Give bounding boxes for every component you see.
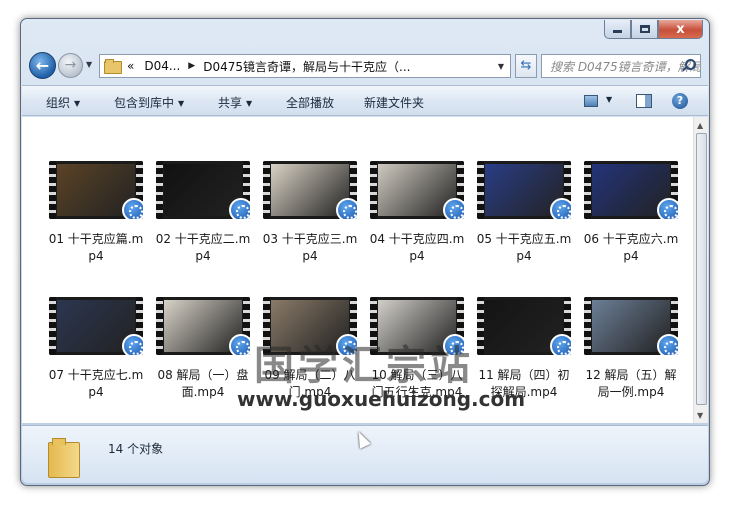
scrollbar-thumb[interactable]	[696, 133, 707, 405]
organize-menu[interactable]: 组织 ▼	[46, 94, 80, 111]
include-in-library-label: 包含到库中	[114, 96, 175, 110]
forward-arrow-icon: →	[64, 57, 77, 73]
share-menu[interactable]: 共享 ▼	[218, 94, 252, 111]
video-file-item[interactable]: 02 十干克应二.mp4	[155, 161, 251, 265]
minimize-icon	[613, 30, 622, 33]
play-all-button[interactable]: 全部播放	[286, 94, 334, 111]
file-name: 06 十干克应六.mp4	[583, 232, 679, 263]
share-label: 共享	[218, 96, 243, 110]
video-file-item[interactable]: 06 十干克应六.mp4	[583, 161, 679, 265]
help-icon[interactable]: ?	[672, 93, 688, 109]
film-strip	[477, 161, 484, 219]
navigation-bar: ← → ▼ « D04... ▶ D0475镜言奇谭，解局与十干克应（... ▼…	[29, 51, 701, 81]
new-folder-button[interactable]: 新建文件夹	[364, 94, 424, 111]
scroll-down-icon[interactable]: ▼	[697, 411, 703, 420]
media-player-icon	[657, 334, 678, 355]
video-thumbnail	[49, 297, 143, 355]
folder-icon	[48, 438, 80, 478]
search-input[interactable]: 搜索 D0475镜言奇谭，解局与十...	[541, 54, 701, 78]
recent-pages-dropdown-icon[interactable]: ▼	[86, 60, 92, 69]
file-name: 04 十干克应四.mp4	[369, 232, 465, 263]
command-bar: 组织 ▼ 包含到库中 ▼ 共享 ▼ 全部播放 新建文件夹 ▼ ?	[22, 85, 708, 116]
media-player-icon	[122, 334, 143, 355]
caption-buttons: x	[604, 20, 703, 39]
file-name: 05 十干克应五.mp4	[476, 232, 572, 263]
chevron-down-icon: ▼	[74, 99, 81, 108]
file-name: 02 十干克应二.mp4	[155, 232, 251, 263]
search-icon[interactable]	[682, 59, 696, 71]
address-bar[interactable]: « D04... ▶ D0475镜言奇谭，解局与十干克应（... ▼	[99, 54, 511, 78]
video-thumbnail	[584, 297, 678, 355]
watermark-url: www.guoxuehuizong.com	[237, 387, 526, 411]
explorer-window: x ← → ▼ « D04... ▶ D0475镜言奇谭，解局与十干克应（...…	[20, 18, 710, 486]
file-list: 12 解局（五）解局一例.mp4 11 解局（四）初探解局.mp4 10 解局（三）…	[22, 117, 693, 423]
maximize-icon	[639, 25, 650, 33]
media-player-icon	[122, 198, 143, 219]
refresh-icon: ⇆	[520, 58, 532, 73]
chevron-down-icon[interactable]: ▼	[606, 95, 612, 104]
media-player-icon	[657, 198, 678, 219]
video-file-item[interactable]: 08 解局（一）盘面.mp4	[155, 297, 251, 401]
minimize-button[interactable]	[604, 20, 631, 39]
video-thumbnail	[370, 161, 464, 219]
chevron-down-icon: ▼	[246, 99, 253, 108]
video-file-item[interactable]: 11 解局（四）初探解局.mp4	[476, 297, 572, 401]
video-file-item[interactable]: 04 十干克应四.mp4	[369, 161, 465, 265]
film-strip	[49, 297, 56, 355]
video-thumbnail	[477, 297, 571, 355]
folder-icon	[104, 59, 122, 74]
film-strip	[370, 161, 377, 219]
forward-button[interactable]: →	[58, 53, 83, 78]
film-strip	[156, 161, 163, 219]
breadcrumb-current[interactable]: D0475镜言奇谭，解局与十干克应（...	[198, 58, 415, 75]
video-file-item[interactable]: 05 十干克应五.mp4	[476, 161, 572, 265]
video-thumbnail	[477, 161, 571, 219]
chevron-down-icon: ▼	[178, 99, 185, 108]
search-placeholder: 搜索 D0475镜言奇谭，解局与十...	[550, 59, 701, 74]
back-button[interactable]: ←	[29, 52, 56, 79]
item-count: 14 个对象	[108, 442, 164, 456]
preview-pane-icon[interactable]	[636, 94, 652, 108]
media-player-icon	[229, 334, 250, 355]
film-strip	[584, 297, 591, 355]
media-player-icon	[550, 198, 571, 219]
maximize-button[interactable]	[631, 20, 658, 39]
video-thumbnail	[49, 161, 143, 219]
file-name: 01 十干克应篇.mp4	[48, 232, 144, 263]
watermark-title: 国学汇宗站	[254, 342, 474, 389]
refresh-button[interactable]: ⇆	[515, 54, 537, 78]
chevron-right-icon[interactable]: ▶	[185, 61, 198, 71]
back-arrow-icon: ←	[35, 56, 50, 75]
media-player-icon	[550, 334, 571, 355]
media-player-icon	[443, 198, 464, 219]
film-strip	[477, 297, 484, 355]
media-player-icon	[229, 198, 250, 219]
film-strip	[49, 161, 56, 219]
breadcrumb-parent[interactable]: D04...	[139, 59, 185, 73]
close-icon: x	[676, 21, 685, 37]
video-thumbnail	[156, 297, 250, 355]
breadcrumb-overflow[interactable]: «	[122, 59, 139, 73]
change-view-icon[interactable]	[584, 95, 598, 107]
video-file-item[interactable]: 01 十干克应篇.mp4	[48, 161, 144, 265]
file-name: 12 解局（五）解局一例.mp4	[585, 368, 677, 399]
include-in-library-menu[interactable]: 包含到库中 ▼	[114, 94, 184, 111]
media-player-icon	[336, 198, 357, 219]
film-strip	[156, 297, 163, 355]
organize-label: 组织	[46, 96, 71, 110]
video-file-item[interactable]: 03 十干克应三.mp4	[262, 161, 358, 265]
video-file-item[interactable]: 07 十干克应七.mp4	[48, 297, 144, 401]
video-thumbnail	[263, 161, 357, 219]
film-strip	[263, 161, 270, 219]
chevron-down-icon[interactable]: ▼	[492, 62, 510, 71]
film-strip	[584, 161, 591, 219]
video-thumbnail	[584, 161, 678, 219]
file-name: 07 十干克应七.mp4	[48, 368, 144, 399]
vertical-scrollbar[interactable]: ▲ ▼	[693, 117, 708, 423]
file-name: 03 十干克应三.mp4	[262, 232, 358, 263]
scroll-up-icon[interactable]: ▲	[697, 121, 703, 130]
video-file-item[interactable]: 12 解局（五）解局一例.mp4	[583, 297, 679, 401]
video-thumbnail	[156, 161, 250, 219]
close-button[interactable]: x	[658, 20, 703, 39]
